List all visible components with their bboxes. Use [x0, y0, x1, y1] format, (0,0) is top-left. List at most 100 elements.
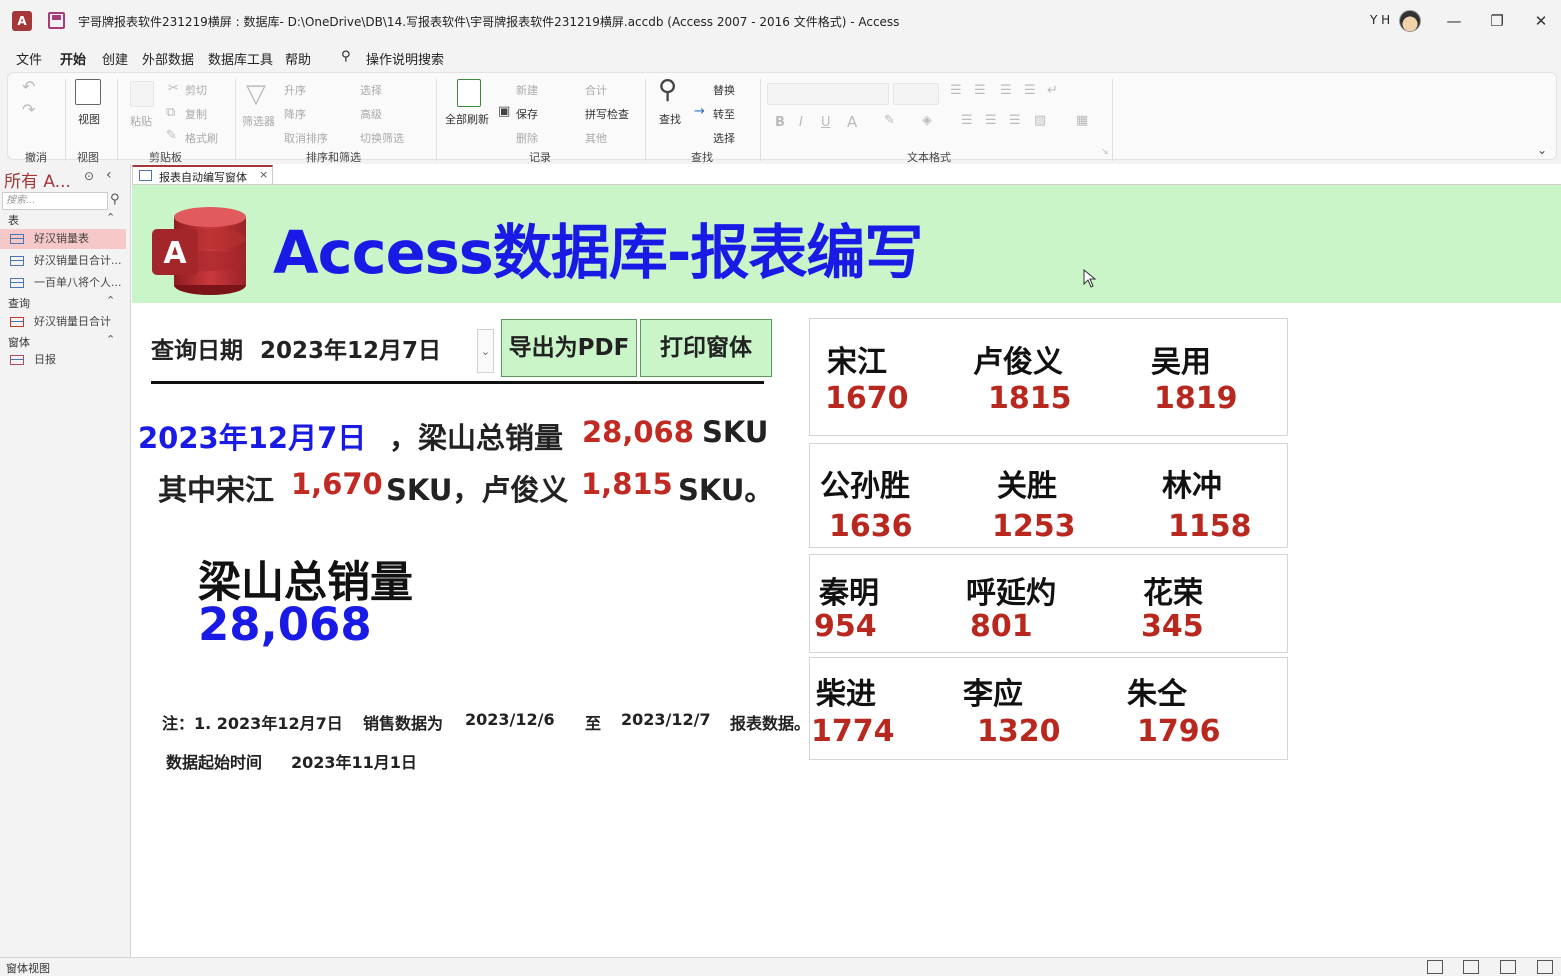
search-icon[interactable]: ⚲ — [341, 49, 351, 64]
tab-home[interactable]: 开始 — [60, 49, 87, 72]
layout-view-icon[interactable] — [1500, 960, 1516, 974]
cut-icon[interactable]: ✂ — [168, 81, 179, 96]
font-size-combo[interactable] — [893, 83, 939, 105]
goto-button[interactable]: 转至 — [713, 106, 735, 122]
form-view-icon[interactable] — [1427, 960, 1443, 974]
indent-icon[interactable]: ☰ — [1000, 83, 1012, 98]
format-painter-icon[interactable]: ✎ — [166, 128, 177, 143]
refresh-all-icon[interactable] — [457, 79, 481, 107]
outdent-icon[interactable]: ☰ — [1024, 83, 1036, 98]
bold-button[interactable]: B — [775, 115, 785, 130]
sort-ascending-button[interactable]: 升序 — [284, 82, 306, 98]
save-icon[interactable] — [48, 12, 65, 29]
nav-item-table[interactable]: 好汉销量日合计... — [0, 251, 126, 271]
align-center-icon[interactable]: ☰ — [985, 113, 997, 128]
remove-sort-button[interactable]: 取消排序 — [284, 130, 328, 146]
view-button[interactable]: 视图 — [78, 111, 100, 127]
tab-help[interactable]: 帮助 — [285, 49, 311, 68]
align-right-icon[interactable]: ☰ — [1009, 113, 1021, 128]
tab-create[interactable]: 创建 — [102, 49, 128, 68]
paste-icon[interactable] — [130, 81, 154, 107]
nav-section-queries[interactable]: 查询 — [8, 295, 30, 311]
dialog-launcher-icon[interactable]: ↘ — [1101, 147, 1109, 157]
underline-button[interactable]: U — [821, 115, 831, 130]
save-record-icon[interactable]: ▣ — [498, 104, 510, 119]
find-button[interactable]: 查找 — [659, 111, 681, 127]
delete-record-button[interactable]: 删除 — [516, 130, 538, 146]
chevron-up-icon[interactable]: ⌃ — [106, 211, 115, 224]
bullets-icon[interactable]: ☰ — [950, 83, 962, 98]
new-record-button[interactable]: 新建 — [516, 82, 538, 98]
export-pdf-button[interactable]: 导出为PDF — [501, 319, 637, 377]
nav-item-form[interactable]: 日报 — [0, 350, 126, 370]
highlight-icon[interactable]: ✎ — [884, 113, 895, 128]
query-icon — [10, 317, 24, 327]
select-button[interactable]: 选择 — [713, 130, 735, 146]
filter-button[interactable]: 筛选器 — [242, 113, 275, 129]
tab-database-tools[interactable]: 数据库工具 — [208, 49, 273, 68]
nav-item-query[interactable]: 好汉销量日合计 — [0, 312, 126, 332]
alternate-row-color-icon[interactable]: ▨ — [1034, 113, 1046, 128]
nav-shutter-icon[interactable]: ‹ — [106, 167, 112, 183]
align-left-icon[interactable]: ☰ — [961, 113, 973, 128]
minimize-button[interactable]: — — [1439, 8, 1469, 34]
view-icon[interactable] — [75, 79, 101, 105]
collapse-ribbon-icon[interactable]: ⌄ — [1537, 143, 1547, 157]
toggle-filter-button[interactable]: 切换筛选 — [360, 130, 404, 146]
fill-color-icon[interactable]: ◈ — [922, 113, 932, 128]
tab-external-data[interactable]: 外部数据 — [142, 49, 194, 68]
spelling-button[interactable]: 拼写检查 — [585, 106, 629, 122]
nav-menu-icon[interactable]: ⊙ — [84, 169, 94, 183]
gridlines-icon[interactable]: ▦ — [1076, 113, 1088, 128]
access-logo-icon: A — [152, 207, 246, 295]
find-icon[interactable]: ⚲ — [658, 75, 677, 105]
nav-pane-title[interactable]: 所有 A... — [4, 167, 71, 192]
selection-filter-button[interactable]: 选择 — [360, 82, 382, 98]
avatar[interactable] — [1399, 10, 1421, 32]
font-color-icon[interactable]: A — [847, 113, 857, 131]
search-icon[interactable]: ⚲ — [110, 192, 120, 207]
date-combo-value[interactable]: 2023年12月7日 — [260, 331, 441, 365]
nav-item-table[interactable]: 好汉销量表 — [0, 229, 126, 249]
advanced-filter-button[interactable]: 高级 — [360, 106, 382, 122]
close-tab-icon[interactable]: × — [259, 168, 268, 181]
chevron-up-icon[interactable]: ⌃ — [106, 294, 115, 307]
chevron-up-icon[interactable]: ⌃ — [106, 333, 115, 346]
redo-icon[interactable]: ↷ — [22, 100, 35, 119]
more-records-button[interactable]: 其他 — [585, 130, 607, 146]
tell-me-search[interactable]: 操作说明搜索 — [366, 49, 444, 68]
format-painter-button[interactable]: 格式刷 — [185, 130, 218, 146]
filter-icon[interactable]: ▽ — [246, 79, 266, 109]
nav-section-tables[interactable]: 表 — [8, 212, 19, 228]
tab-file[interactable]: 文件 — [16, 49, 42, 68]
totals-button[interactable]: 合计 — [585, 82, 607, 98]
restore-button[interactable]: ❐ — [1482, 8, 1512, 34]
copy-button[interactable]: 复制 — [185, 106, 207, 122]
datasheet-view-icon[interactable] — [1463, 960, 1479, 974]
nav-search-input[interactable]: 搜索... — [2, 192, 108, 210]
hero-name: 卢俊义 — [973, 345, 1063, 380]
close-button[interactable]: ✕ — [1526, 8, 1556, 34]
sort-descending-button[interactable]: 降序 — [284, 106, 306, 122]
goto-arrow-icon[interactable]: → — [694, 104, 705, 119]
print-form-button[interactable]: 打印窗体 — [640, 319, 772, 377]
hero-name: 吴用 — [1151, 345, 1211, 380]
nav-item-table[interactable]: 一百单八将个人... — [0, 273, 126, 293]
paste-button[interactable]: 粘贴 — [130, 113, 152, 129]
replace-button[interactable]: 替换 — [713, 82, 735, 98]
refresh-all-button[interactable]: 全部刷新 — [445, 111, 489, 127]
numbering-icon[interactable]: ☰ — [974, 83, 986, 98]
font-name-combo[interactable] — [767, 83, 889, 105]
nav-section-forms[interactable]: 窗体 — [8, 334, 30, 350]
document-tab[interactable]: 报表自动编写窗体 × — [132, 165, 273, 185]
access-app-icon[interactable]: A — [12, 11, 32, 31]
user-name[interactable]: Y H — [1370, 13, 1390, 27]
cut-button[interactable]: 剪切 — [185, 82, 207, 98]
chevron-down-icon[interactable]: ⌄ — [477, 329, 494, 373]
undo-icon[interactable]: ↶ — [22, 77, 35, 96]
copy-icon[interactable]: ⧉ — [166, 105, 175, 120]
paragraph-icon[interactable]: ↵ — [1047, 83, 1058, 98]
italic-button[interactable]: I — [799, 115, 803, 130]
save-record-button[interactable]: 保存 — [516, 106, 538, 122]
design-view-icon[interactable] — [1537, 960, 1553, 974]
